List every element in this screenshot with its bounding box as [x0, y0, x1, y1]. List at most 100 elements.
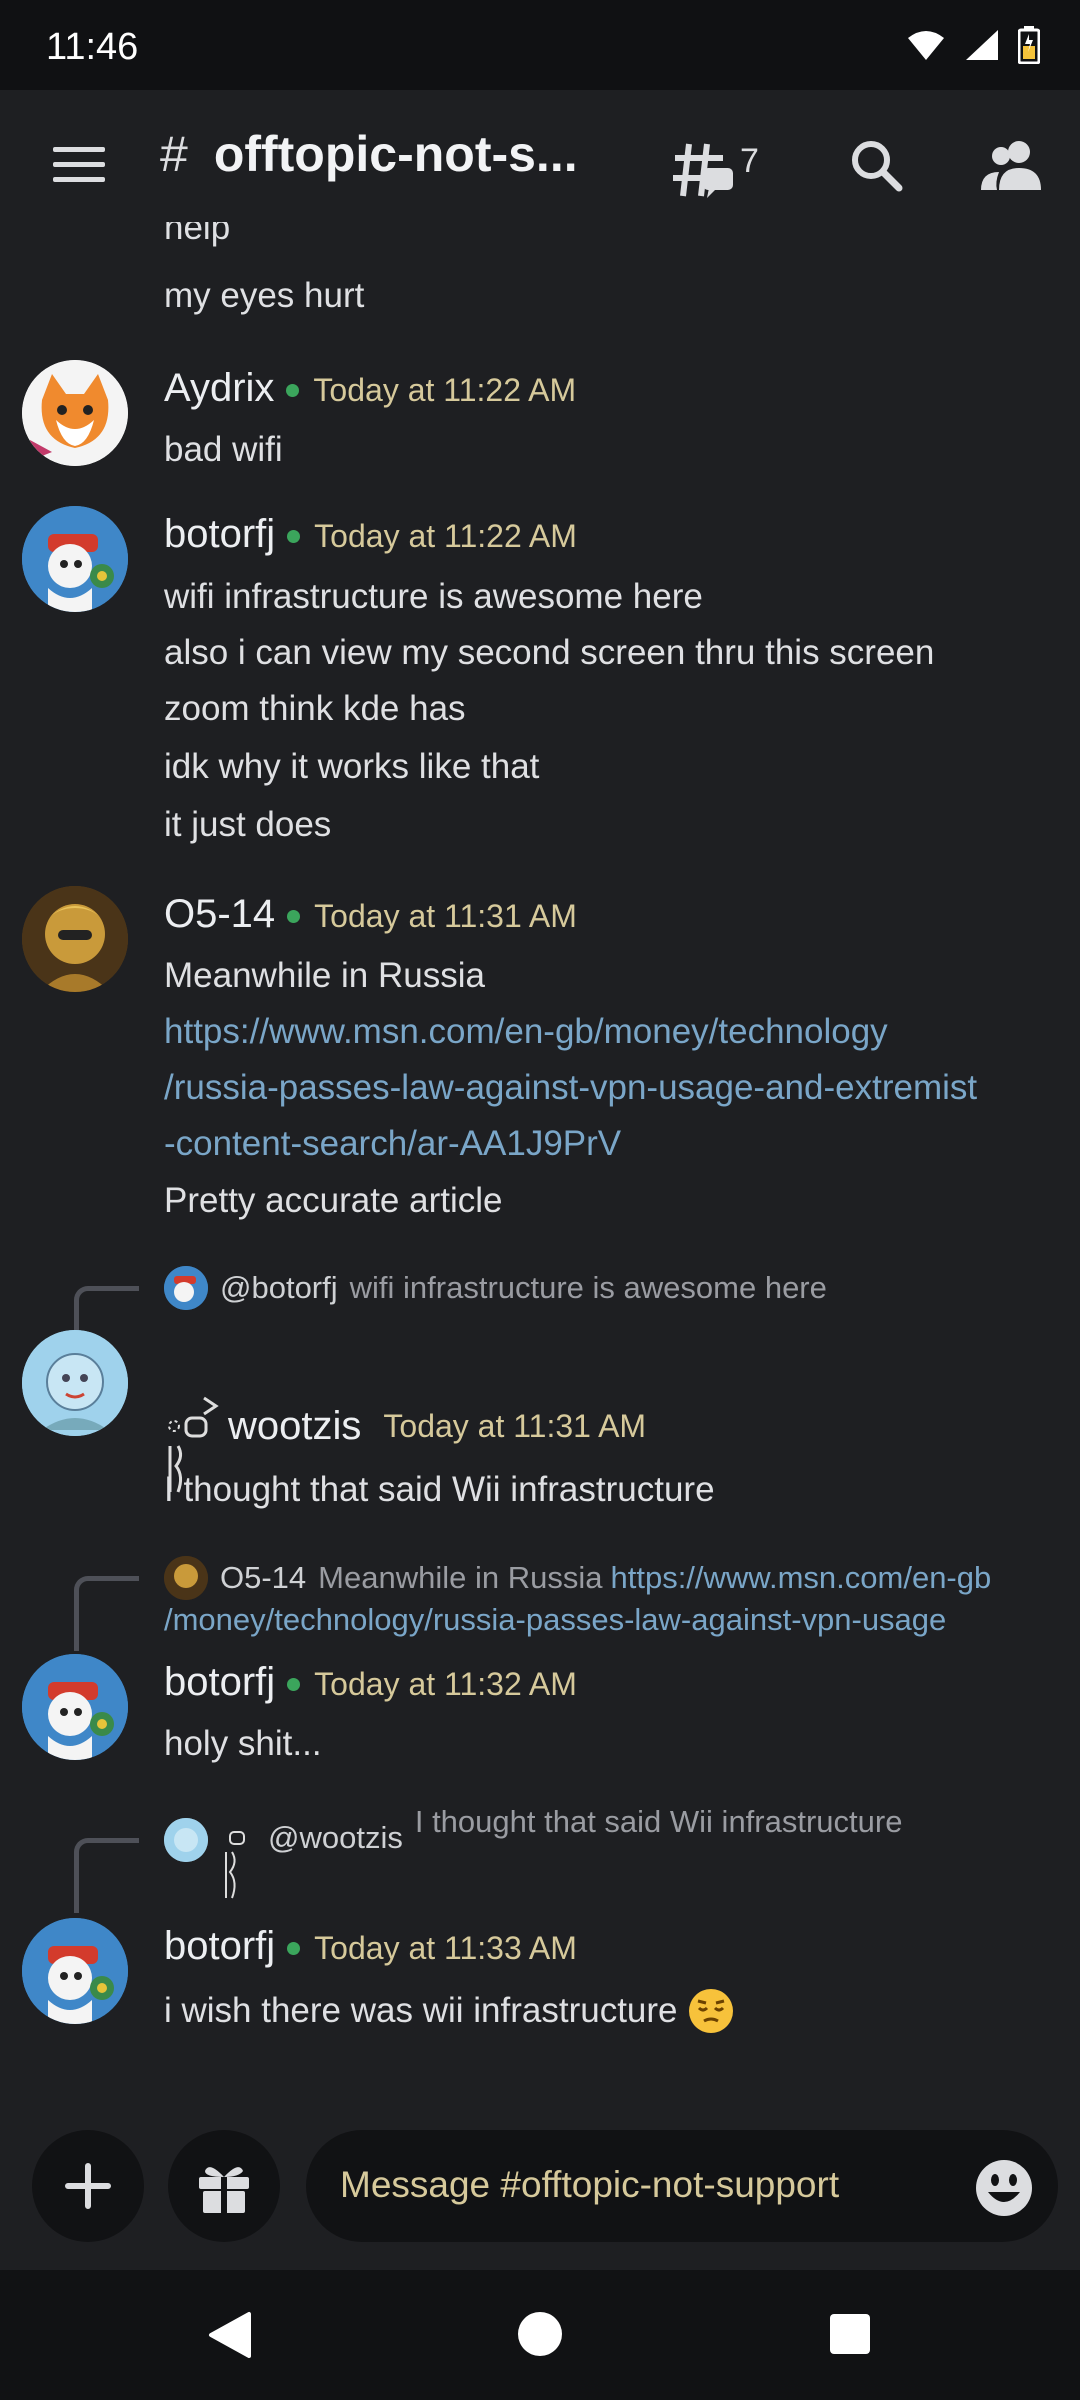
online-status-icon — [286, 383, 300, 397]
message-header: botorfj Today at 11:22 AM — [164, 512, 577, 557]
reply-text: I thought that said Wii infrastructure — [414, 1804, 903, 1839]
avatar[interactable] — [22, 1918, 128, 2024]
message-line: Meanwhile in Russia — [164, 956, 485, 995]
hamburger-icon — [53, 147, 105, 182]
emoji-button[interactable] — [974, 2158, 1034, 2223]
battery-icon — [1018, 26, 1040, 64]
message-header: botorfj Today at 11:33 AM — [164, 1924, 577, 1969]
message-line: Pretty accurate article — [164, 1181, 503, 1220]
search-button[interactable] — [846, 135, 906, 195]
message-line: wifi infrastructure is awesome here — [164, 577, 703, 616]
message-line: bad wifi — [164, 430, 283, 469]
message-line: i wish there was wii infrastructure — [164, 1988, 734, 2034]
plus-icon — [65, 2163, 111, 2209]
author-name[interactable]: botorfj — [164, 1924, 275, 1968]
recents-square-icon — [830, 2314, 870, 2354]
avatar[interactable] — [22, 360, 128, 466]
back-button[interactable] — [205, 2310, 253, 2365]
members-icon — [981, 141, 1041, 190]
message-line: holy shit... — [164, 1724, 322, 1763]
hash-icon: # — [160, 126, 188, 182]
link-line[interactable]: /russia-passes-law-against-vpn-usage-and… — [164, 1068, 977, 1108]
reply-author: @botorfj — [220, 1270, 338, 1305]
threads-button[interactable] — [668, 135, 738, 205]
message-text: i wish there was wii infrastructure — [164, 1991, 678, 2030]
author-name[interactable]: botorfj — [164, 512, 275, 556]
reply-preview[interactable]: O5-14 Meanwhile in Russia https://www.ms… — [164, 1556, 991, 1600]
back-triangle-icon — [209, 2312, 251, 2358]
online-status-icon — [287, 529, 301, 543]
robot-avatar-icon — [22, 1918, 128, 2024]
timestamp: Today at 11:22 AM — [313, 372, 577, 408]
status-time: 11:46 — [46, 26, 139, 68]
threads-icon — [673, 143, 733, 198]
reply-link-continued: /money/technology/russia-passes-law-agai… — [164, 1602, 947, 1637]
timestamp: Today at 11:31 AM — [314, 898, 577, 934]
avatar[interactable] — [22, 1654, 128, 1760]
add-attachment-button[interactable] — [32, 2130, 144, 2242]
robot-avatar-icon — [22, 506, 128, 612]
reply-author: O5-14 — [220, 1560, 307, 1595]
reply-preview[interactable]: @wootzis I thought that said Wii infrast… — [164, 1804, 902, 1902]
message-line: idk why it works like that — [164, 747, 540, 786]
online-status-icon — [287, 1941, 301, 1955]
avatar[interactable] — [22, 1330, 128, 1436]
gift-icon — [199, 2167, 249, 2213]
home-button[interactable] — [516, 2310, 564, 2363]
link-line[interactable]: https://www.msn.com/en-gb/money/technolo… — [164, 1012, 888, 1052]
avatar[interactable] — [22, 886, 128, 992]
mini-avatar — [164, 1556, 208, 1600]
fox-avatar-icon — [22, 360, 128, 466]
reply-link: https://www.msn.com/en-gb — [610, 1560, 992, 1595]
timestamp: Today at 11:32 AM — [314, 1666, 577, 1702]
sketch-avatar-icon — [164, 1818, 208, 1862]
message-header: O5-14 Today at 11:31 AM — [164, 892, 577, 937]
system-nav-bar — [0, 2270, 1080, 2400]
recents-button[interactable] — [828, 2312, 872, 2361]
reply-text: wifi infrastructure is awesome here — [349, 1270, 827, 1305]
message-input[interactable]: Message #offtopic-not-support — [306, 2130, 1058, 2242]
timestamp: Today at 11:33 AM — [314, 1930, 577, 1966]
channel-name: offtopic-not-s... — [213, 126, 578, 182]
timestamp: Today at 11:31 AM — [383, 1407, 647, 1444]
reply-preview[interactable]: @botorfj wifi infrastructure is awesome … — [164, 1266, 827, 1310]
mini-avatar — [164, 1818, 208, 1862]
author-name[interactable]: wootzis — [228, 1404, 361, 1449]
reply-author: @wootzis — [268, 1820, 403, 1855]
reply-connector — [74, 1838, 139, 1913]
emoji-icon — [976, 2160, 1032, 2216]
channel-title[interactable]: # offtopic-not-s... — [160, 125, 640, 183]
message-line: I thought that said Wii infrastructure — [164, 1470, 715, 1509]
message-input-placeholder: Message #offtopic-not-support — [340, 2164, 840, 2205]
message-list[interactable]: help my eyes hurt Aydrix Today at 11:22 A… — [0, 220, 1080, 2080]
author-name[interactable]: Aydrix — [164, 366, 274, 410]
mini-avatar — [164, 1266, 208, 1310]
golden-figure-avatar-icon — [164, 1556, 208, 1600]
avatar[interactable] — [22, 506, 128, 612]
online-status-icon — [287, 909, 301, 923]
gift-button[interactable] — [168, 2130, 280, 2242]
search-icon — [852, 141, 903, 192]
message-header: Aydrix Today at 11:22 AM — [164, 366, 576, 411]
members-button[interactable] — [978, 135, 1044, 195]
author-name[interactable]: O5-14 — [164, 892, 275, 936]
threads-count: 7 — [740, 142, 759, 180]
status-bar: 11:46 — [0, 0, 1080, 90]
message-line: also i can view my second screen thru th… — [164, 633, 935, 672]
message-header: botorfj Today at 11:32 AM — [164, 1660, 577, 1705]
message-line: it just does — [164, 805, 332, 844]
menu-button[interactable] — [44, 140, 114, 190]
sketch-avatar-icon — [22, 1330, 128, 1436]
reply-connector — [74, 1286, 139, 1331]
author-name[interactable]: botorfj — [164, 1660, 275, 1704]
message-line: my eyes hurt — [164, 276, 365, 315]
link-line[interactable]: -content-search/ar-AA1J9PrV — [164, 1124, 621, 1164]
online-status-icon — [287, 1677, 301, 1691]
message-line: help — [164, 220, 231, 247]
signal-icon — [966, 30, 998, 60]
pensive-face-emoji-icon — [688, 1989, 733, 2033]
message-line: zoom think kde has — [164, 689, 466, 728]
golden-figure-avatar-icon — [22, 886, 128, 992]
timestamp: Today at 11:22 AM — [314, 518, 577, 554]
decorated-name-glyph-icon — [225, 1831, 245, 1899]
